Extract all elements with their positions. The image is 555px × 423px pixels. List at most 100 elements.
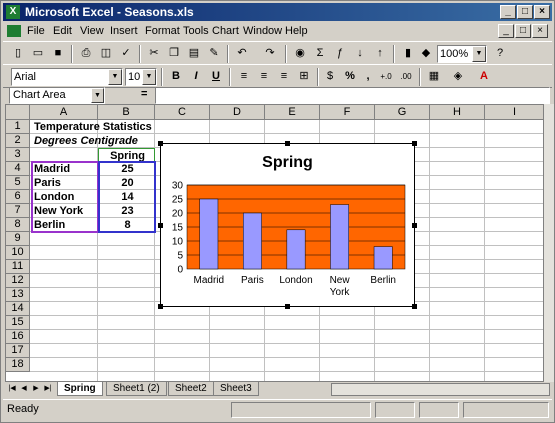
- excel-app-icon[interactable]: X: [6, 5, 20, 19]
- paste-icon[interactable]: ▤: [185, 45, 203, 62]
- sheet-tab-spring[interactable]: Spring: [57, 382, 103, 396]
- x-tick-label[interactable]: New York: [330, 275, 351, 298]
- menu-file[interactable]: File: [27, 25, 45, 37]
- sort-descending-icon[interactable]: ↑: [371, 45, 389, 62]
- chevron-down-icon[interactable]: ▼: [472, 46, 486, 62]
- menu-format[interactable]: Format: [145, 25, 180, 37]
- new-icon[interactable]: ▯: [9, 45, 27, 62]
- zoom-select[interactable]: 100% ▼: [437, 45, 487, 63]
- y-tick-label[interactable]: 0: [177, 265, 183, 276]
- column-header[interactable]: C: [155, 105, 210, 120]
- first-sheet-icon[interactable]: |◀: [7, 383, 17, 395]
- menu-help[interactable]: Help: [285, 25, 308, 37]
- sheet-tab-sheet3[interactable]: Sheet3: [213, 382, 259, 396]
- bold-button[interactable]: B: [167, 68, 185, 85]
- row-header[interactable]: 8: [6, 218, 30, 232]
- bar[interactable]: [242, 212, 262, 270]
- row-header[interactable]: 4: [6, 162, 30, 176]
- next-sheet-icon[interactable]: ▶: [31, 383, 41, 395]
- resize-handle[interactable]: [158, 223, 163, 228]
- y-tick-label[interactable]: 20: [172, 209, 184, 220]
- column-header[interactable]: A: [30, 105, 98, 120]
- row-header[interactable]: 7: [6, 204, 30, 218]
- merge-center-icon[interactable]: ⊞: [295, 68, 313, 85]
- vertical-scrollbar[interactable]: [544, 104, 554, 382]
- y-tick-label[interactable]: 5: [177, 251, 183, 262]
- row-header[interactable]: 13: [6, 288, 30, 302]
- drawing-icon[interactable]: ◆: [417, 45, 435, 62]
- autosum-icon[interactable]: Σ: [311, 45, 329, 62]
- resize-handle[interactable]: [412, 141, 417, 146]
- chart-plot-svg[interactable]: 0 5 10 15 20 25 30 Madrid Paris London New York Berl…: [161, 144, 414, 306]
- decrease-decimal-icon[interactable]: .00: [397, 68, 415, 85]
- row-header[interactable]: 9: [6, 232, 30, 246]
- resize-handle[interactable]: [158, 141, 163, 146]
- align-left-icon[interactable]: ≡: [235, 68, 253, 85]
- sheet-tab-sheet2[interactable]: Sheet2: [168, 382, 214, 396]
- resize-handle[interactable]: [412, 223, 417, 228]
- hyperlink-icon[interactable]: ◉: [291, 45, 309, 62]
- underline-button[interactable]: U: [207, 68, 225, 85]
- prev-sheet-icon[interactable]: ◀: [19, 383, 29, 395]
- row-header[interactable]: 15: [6, 316, 30, 330]
- format-painter-icon[interactable]: ✎: [205, 45, 223, 62]
- row-header[interactable]: 18: [6, 358, 30, 372]
- column-header[interactable]: D: [210, 105, 265, 120]
- name-box[interactable]: Chart Area ▼: [9, 87, 105, 104]
- row-header[interactable]: 10: [6, 246, 30, 260]
- select-all-corner[interactable]: [6, 105, 30, 120]
- font-name-select[interactable]: Arial ▼: [11, 68, 123, 86]
- help-button[interactable]: ?: [491, 45, 509, 62]
- column-header[interactable]: F: [320, 105, 375, 120]
- bar[interactable]: [373, 246, 393, 270]
- fill-color-icon[interactable]: ◈: [449, 68, 467, 85]
- cut-icon[interactable]: ✂: [145, 45, 163, 62]
- resize-handle[interactable]: [285, 304, 290, 309]
- print-icon[interactable]: ⎙: [77, 45, 95, 62]
- menu-insert[interactable]: Insert: [110, 25, 138, 37]
- spelling-icon[interactable]: ✓: [117, 45, 135, 62]
- column-header[interactable]: G: [375, 105, 430, 120]
- x-tick-label[interactable]: Berlin: [370, 275, 396, 286]
- chevron-down-icon[interactable]: ▼: [142, 69, 156, 85]
- font-size-select[interactable]: 10 ▼: [125, 68, 157, 86]
- save-icon[interactable]: ■: [49, 45, 67, 62]
- y-tick-label[interactable]: 30: [172, 181, 184, 192]
- undo-icon[interactable]: ↶: [233, 45, 251, 62]
- workbook-icon[interactable]: [7, 25, 21, 37]
- column-header[interactable]: E: [265, 105, 320, 120]
- sort-ascending-icon[interactable]: ↓: [351, 45, 369, 62]
- close-button[interactable]: ×: [534, 5, 550, 19]
- x-tick-label[interactable]: London: [279, 275, 312, 286]
- formula-equals[interactable]: =: [141, 88, 147, 100]
- bar[interactable]: [199, 198, 219, 270]
- percent-button[interactable]: %: [341, 68, 359, 85]
- align-center-icon[interactable]: ≡: [255, 68, 273, 85]
- resize-handle[interactable]: [158, 304, 163, 309]
- chevron-down-icon[interactable]: ▼: [91, 88, 104, 103]
- row-header[interactable]: 14: [6, 302, 30, 316]
- open-icon[interactable]: ▭: [29, 45, 47, 62]
- row-header[interactable]: 12: [6, 274, 30, 288]
- print-preview-icon[interactable]: ◫: [97, 45, 115, 62]
- row-header[interactable]: 5: [6, 176, 30, 190]
- x-tick-label[interactable]: Paris: [241, 275, 264, 286]
- column-header[interactable]: I: [485, 105, 543, 120]
- y-tick-label[interactable]: 25: [172, 195, 184, 206]
- row-header[interactable]: 2: [6, 134, 30, 148]
- x-tick-label[interactable]: Madrid: [194, 275, 225, 286]
- menu-window[interactable]: Window: [243, 25, 282, 37]
- font-color-icon[interactable]: A: [475, 68, 493, 85]
- horizontal-scrollbar[interactable]: [331, 383, 550, 396]
- bar[interactable]: [330, 204, 350, 270]
- cell-b3[interactable]: Spring: [98, 148, 155, 162]
- maximize-button[interactable]: □: [517, 5, 533, 19]
- column-header[interactable]: H: [430, 105, 485, 120]
- y-tick-label[interactable]: 10: [172, 237, 184, 248]
- chart-wizard-icon[interactable]: ▮: [399, 45, 417, 62]
- comma-button[interactable]: ,: [359, 68, 377, 85]
- redo-icon[interactable]: ↷: [261, 45, 279, 62]
- formula-input[interactable]: [155, 87, 550, 104]
- resize-handle[interactable]: [412, 304, 417, 309]
- row-header[interactable]: 6: [6, 190, 30, 204]
